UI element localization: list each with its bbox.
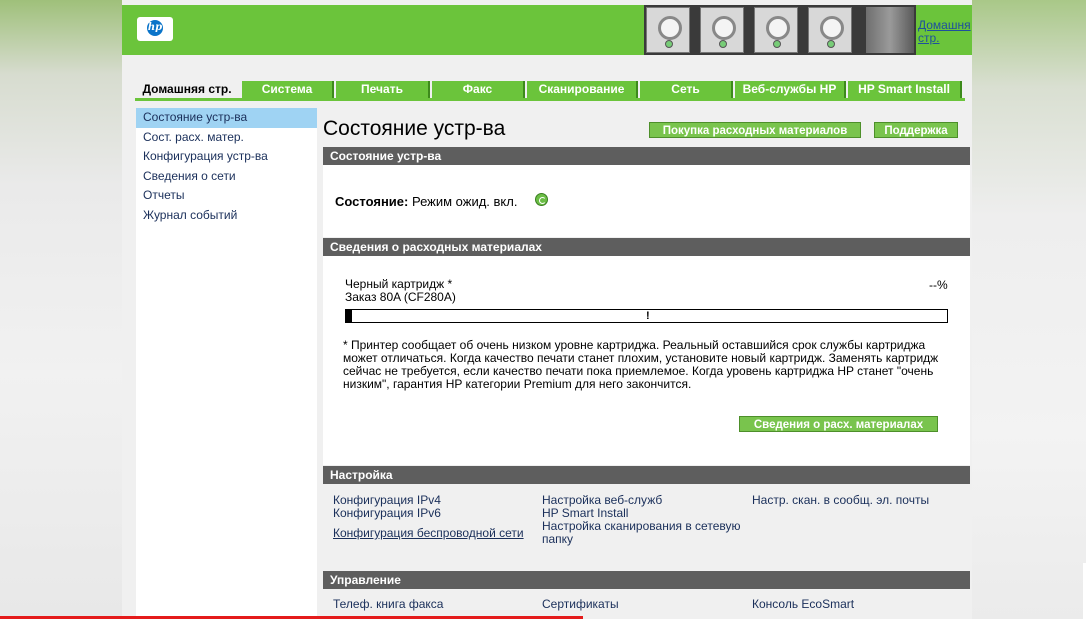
tab-system[interactable]: Система [242, 81, 334, 98]
support-button[interactable]: Поддержка [874, 122, 958, 138]
supplies-details-button[interactable]: Сведения о расх. материалах [739, 416, 938, 432]
supplies-section-header: Сведения о расходных материалах [323, 238, 970, 256]
setup-links-col1: Конфигурация IPv4 Конфигурация IPv6 Конф… [333, 494, 524, 540]
link-ipv6-config[interactable]: Конфигурация IPv6 [333, 507, 524, 520]
sidebar-item-device-config[interactable]: Конфигурация устр-ва [136, 147, 317, 167]
sidebar-item-reports[interactable]: Отчеты [136, 186, 317, 206]
tab-underline [135, 98, 965, 101]
printer-image [644, 5, 916, 55]
refresh-icon[interactable] [535, 193, 548, 206]
link-scan-to-email-setup[interactable]: Настр. скан. в сообщ. эл. почты [752, 494, 929, 507]
cartridge-level-fill [346, 310, 352, 322]
low-level-marker-icon: ! [646, 310, 650, 322]
tab-print[interactable]: Печать [336, 81, 430, 98]
header-banner: hp Домашня стр. [122, 5, 972, 55]
tab-hp-smart-install[interactable]: HP Smart Install [848, 81, 962, 98]
main-content: Состояние устр-ва Покупка расходных мате… [323, 105, 970, 619]
tab-network[interactable]: Сеть [640, 81, 733, 98]
buy-supplies-button[interactable]: Покупка расходных материалов [649, 122, 861, 138]
setup-links-col2: Настройка веб-служб HP Smart Install Нас… [542, 494, 752, 546]
link-certificates[interactable]: Сертификаты [542, 598, 619, 611]
management-links-col1: Телеф. книга факса [333, 598, 443, 611]
setup-section-header: Настройка [323, 466, 970, 484]
hp-logo[interactable]: hp [137, 17, 173, 41]
sidebar-item-event-log[interactable]: Журнал событий [136, 206, 317, 226]
page-title: Состояние устр-ва [323, 117, 506, 140]
cartridge-percent: --% [929, 278, 948, 292]
home-link[interactable]: Домашня стр. [918, 19, 971, 45]
management-links-col3: Консоль EcoSmart [752, 598, 854, 611]
status-value: Режим ожид. вкл. [411, 194, 518, 209]
hp-logo-icon: hp [147, 20, 163, 36]
link-fax-phonebook[interactable]: Телеф. книга факса [333, 598, 443, 611]
supplies-note: * Принтер сообщает об очень низком уровн… [343, 338, 939, 391]
link-wireless-config[interactable]: Конфигурация беспроводной сети [333, 527, 524, 540]
cartridge-level-bar: ! [345, 309, 948, 323]
video-backdrop-left [0, 0, 122, 619]
printer-bay-icon [646, 7, 690, 53]
link-ecosmart-console[interactable]: Консоль EcoSmart [752, 598, 854, 611]
tab-fax[interactable]: Факс [432, 81, 525, 98]
tab-hp-web-services[interactable]: Веб-службы HP [735, 81, 846, 98]
printer-bay-icon [808, 7, 852, 53]
cartridge-order: Заказ 80A (CF280A) [345, 290, 456, 304]
cartridge-info: Черный картридж * Заказ 80A (CF280A) [345, 278, 456, 304]
device-status-section-header: Состояние устр-ва [323, 147, 970, 165]
video-backdrop-right [972, 0, 1086, 619]
management-links-col2: Сертификаты [542, 598, 619, 611]
printer-bay-icon [700, 7, 744, 53]
sidebar-item-network-summary[interactable]: Сведения о сети [136, 167, 317, 187]
sidebar-item-device-status[interactable]: Состояние устр-ва [136, 108, 317, 128]
status-label: Состояние: [335, 194, 409, 209]
link-scan-to-folder-setup[interactable]: Настройка сканирования в сетевую папку [542, 520, 752, 546]
printer-tray-icon [866, 7, 914, 53]
setup-links-col3: Настр. скан. в сообщ. эл. почты [752, 494, 929, 507]
printer-bay-icon [754, 7, 798, 53]
device-status-line: Состояние: Режим ожид. вкл. [335, 194, 517, 209]
sidebar-item-supplies-status[interactable]: Сост. расх. матер. [136, 128, 317, 148]
embedded-web-server-page: hp Домашня стр. Домашняя стр. Система Пе… [122, 0, 972, 619]
sidebar: Состояние устр-ва Сост. расх. матер. Кон… [136, 108, 317, 619]
tab-scan[interactable]: Сканирование [527, 81, 638, 98]
management-section-header: Управление [323, 571, 970, 589]
